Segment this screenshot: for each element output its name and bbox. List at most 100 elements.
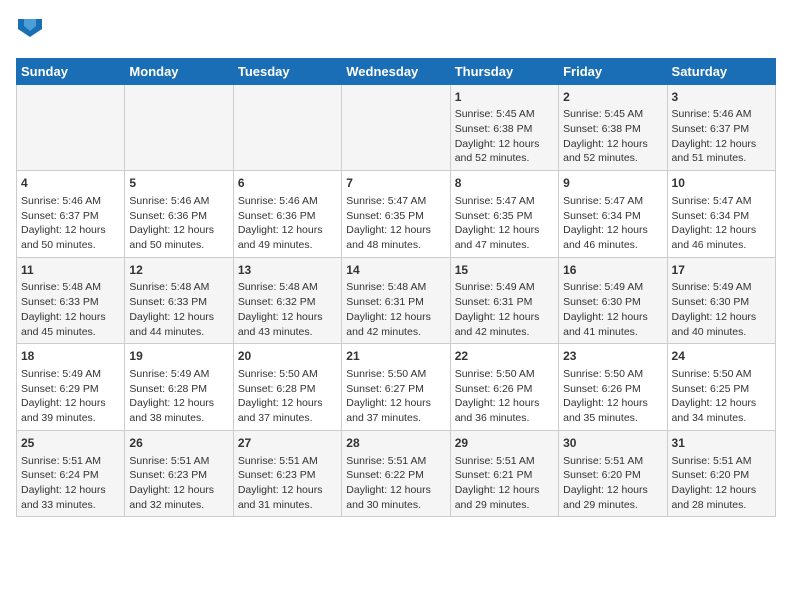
calendar-cell: 22Sunrise: 5:50 AMSunset: 6:26 PMDayligh… (450, 344, 558, 431)
calendar-cell: 20Sunrise: 5:50 AMSunset: 6:28 PMDayligh… (233, 344, 341, 431)
day-info: Sunset: 6:37 PM (21, 209, 120, 224)
day-info: Sunset: 6:36 PM (129, 209, 228, 224)
day-info: Sunset: 6:30 PM (672, 295, 771, 310)
day-number: 11 (21, 262, 120, 279)
day-info: and 30 minutes. (346, 498, 445, 513)
day-info: Daylight: 12 hours (455, 137, 554, 152)
day-info: Sunset: 6:36 PM (238, 209, 337, 224)
day-info: Daylight: 12 hours (455, 310, 554, 325)
day-info: Sunrise: 5:50 AM (563, 367, 662, 382)
logo (16, 16, 42, 46)
day-info: Sunrise: 5:45 AM (455, 107, 554, 122)
day-info: Sunset: 6:30 PM (563, 295, 662, 310)
day-info: and 32 minutes. (129, 498, 228, 513)
day-number: 4 (21, 175, 120, 192)
calendar-cell: 24Sunrise: 5:50 AMSunset: 6:25 PMDayligh… (667, 344, 775, 431)
day-info: Daylight: 12 hours (21, 223, 120, 238)
day-number: 24 (672, 348, 771, 365)
day-info: Daylight: 12 hours (455, 483, 554, 498)
day-info: and 42 minutes. (455, 325, 554, 340)
day-info: Sunset: 6:21 PM (455, 468, 554, 483)
day-info: Daylight: 12 hours (238, 223, 337, 238)
day-info: and 48 minutes. (346, 238, 445, 253)
day-number: 22 (455, 348, 554, 365)
day-info: Daylight: 12 hours (21, 396, 120, 411)
calendar-cell: 17Sunrise: 5:49 AMSunset: 6:30 PMDayligh… (667, 257, 775, 344)
day-info: Sunrise: 5:46 AM (21, 194, 120, 209)
day-info: Sunrise: 5:49 AM (563, 280, 662, 295)
day-info: and 52 minutes. (455, 151, 554, 166)
day-info: Sunset: 6:38 PM (455, 122, 554, 137)
day-info: Sunrise: 5:51 AM (238, 454, 337, 469)
day-info: Sunrise: 5:47 AM (672, 194, 771, 209)
day-info: Daylight: 12 hours (672, 483, 771, 498)
day-info: Sunrise: 5:49 AM (21, 367, 120, 382)
day-info: Sunrise: 5:49 AM (672, 280, 771, 295)
day-info: and 47 minutes. (455, 238, 554, 253)
calendar-cell: 15Sunrise: 5:49 AMSunset: 6:31 PMDayligh… (450, 257, 558, 344)
calendar-cell: 27Sunrise: 5:51 AMSunset: 6:23 PMDayligh… (233, 430, 341, 517)
day-number: 3 (672, 89, 771, 106)
day-info: and 33 minutes. (21, 498, 120, 513)
header-row: SundayMondayTuesdayWednesdayThursdayFrid… (17, 58, 776, 84)
day-number: 9 (563, 175, 662, 192)
calendar-cell (125, 84, 233, 171)
day-info: and 40 minutes. (672, 325, 771, 340)
day-info: Daylight: 12 hours (563, 223, 662, 238)
day-number: 7 (346, 175, 445, 192)
calendar-cell: 13Sunrise: 5:48 AMSunset: 6:32 PMDayligh… (233, 257, 341, 344)
day-info: Sunset: 6:23 PM (129, 468, 228, 483)
day-number: 21 (346, 348, 445, 365)
day-info: Sunrise: 5:47 AM (346, 194, 445, 209)
calendar-cell (17, 84, 125, 171)
day-info: Sunset: 6:31 PM (455, 295, 554, 310)
day-info: Sunset: 6:35 PM (455, 209, 554, 224)
day-info: and 46 minutes. (672, 238, 771, 253)
day-info: and 50 minutes. (21, 238, 120, 253)
day-number: 14 (346, 262, 445, 279)
day-number: 15 (455, 262, 554, 279)
day-info: Daylight: 12 hours (238, 310, 337, 325)
day-info: Sunrise: 5:50 AM (346, 367, 445, 382)
calendar-cell: 10Sunrise: 5:47 AMSunset: 6:34 PMDayligh… (667, 171, 775, 258)
week-row-2: 4Sunrise: 5:46 AMSunset: 6:37 PMDaylight… (17, 171, 776, 258)
day-info: Sunset: 6:37 PM (672, 122, 771, 137)
day-info: Daylight: 12 hours (672, 396, 771, 411)
day-info: Sunrise: 5:48 AM (346, 280, 445, 295)
day-info: Sunset: 6:26 PM (563, 382, 662, 397)
day-info: Sunrise: 5:46 AM (129, 194, 228, 209)
calendar-cell: 29 Sunrise: 5:51 AMSunset: 6:21 PMDayligh… (450, 430, 558, 517)
day-info: Sunset: 6:28 PM (238, 382, 337, 397)
day-number: 29 (455, 435, 554, 452)
calendar-cell: 19Sunrise: 5:49 AMSunset: 6:28 PMDayligh… (125, 344, 233, 431)
day-info: and 51 minutes. (672, 151, 771, 166)
day-number: 30 (563, 435, 662, 452)
day-info: Daylight: 12 hours (21, 483, 120, 498)
day-number: 28 (346, 435, 445, 452)
day-number: 19 (129, 348, 228, 365)
day-info: Sunrise: 5:47 AM (563, 194, 662, 209)
day-header-wednesday: Wednesday (342, 58, 450, 84)
calendar-cell: 14Sunrise: 5:48 AMSunset: 6:31 PMDayligh… (342, 257, 450, 344)
week-row-4: 18Sunrise: 5:49 AMSunset: 6:29 PMDayligh… (17, 344, 776, 431)
day-number: 16 (563, 262, 662, 279)
day-info: and 36 minutes. (455, 411, 554, 426)
day-info: Sunrise: 5:51 AM (346, 454, 445, 469)
day-info: Daylight: 12 hours (563, 483, 662, 498)
day-info: Sunrise: 5:51 AM (563, 454, 662, 469)
day-number: 8 (455, 175, 554, 192)
calendar-cell: 9Sunrise: 5:47 AMSunset: 6:34 PMDaylight… (559, 171, 667, 258)
calendar-cell: 11Sunrise: 5:48 AMSunset: 6:33 PMDayligh… (17, 257, 125, 344)
day-info: Sunset: 6:38 PM (563, 122, 662, 137)
day-number: 17 (672, 262, 771, 279)
day-number: 18 (21, 348, 120, 365)
calendar-cell: 7Sunrise: 5:47 AMSunset: 6:35 PMDaylight… (342, 171, 450, 258)
day-info: Daylight: 12 hours (346, 483, 445, 498)
day-info: Daylight: 12 hours (672, 310, 771, 325)
calendar-cell: 31Sunrise: 5:51 AMSunset: 6:20 PMDayligh… (667, 430, 775, 517)
calendar-cell: 18 Sunrise: 5:49 AMSunset: 6:29 PMDayligh… (17, 344, 125, 431)
day-info: Sunset: 6:29 PM (21, 382, 120, 397)
day-info: and 43 minutes. (238, 325, 337, 340)
day-info: Sunrise: 5:51 AM (455, 454, 554, 469)
day-info: Sunset: 6:32 PM (238, 295, 337, 310)
